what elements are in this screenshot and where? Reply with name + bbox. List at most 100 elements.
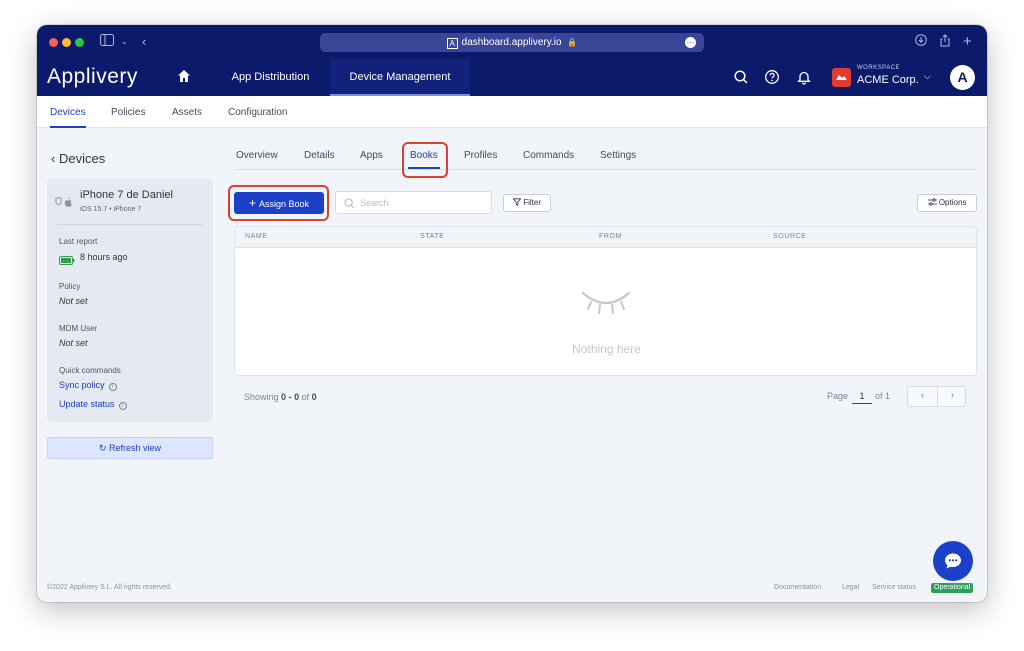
tab-details[interactable]: Details <box>304 144 335 170</box>
tab-profiles[interactable]: Profiles <box>464 144 497 170</box>
divider <box>57 224 203 225</box>
home-icon[interactable] <box>176 68 192 84</box>
tab-commands[interactable]: Commands <box>523 144 574 170</box>
options-label: Options <box>938 198 967 207</box>
search-icon[interactable] <box>733 69 749 85</box>
share-icon[interactable] <box>939 34 951 51</box>
device-os-model: iOS 15.7 • iPhone 7 <box>80 206 142 213</box>
tab-overview[interactable]: Overview <box>236 144 278 170</box>
device-name: iPhone 7 de Daniel <box>80 189 173 201</box>
filter-label: Filter <box>523 198 541 207</box>
filter-button[interactable]: Filter <box>503 194 551 212</box>
books-table: NAME STATE FROM SOURCE Nothing here <box>234 226 977 376</box>
info-icon: i <box>118 402 127 410</box>
more-options-icon[interactable]: … <box>685 37 696 48</box>
policy-label: Policy <box>59 282 81 291</box>
showing-dash: - <box>288 392 292 402</box>
device-tabs: Overview Details Apps Books Profiles Com… <box>234 144 976 170</box>
site-logo-icon: A <box>446 38 458 49</box>
last-report-label: Last report <box>59 237 98 246</box>
back-to-devices-link[interactable]: ‹ Devices <box>51 151 105 166</box>
sidebar-toggle-icon[interactable] <box>100 34 114 50</box>
footer-copyright: ©2022 Applivery S.L. All rights reserved… <box>47 584 172 591</box>
mdm-user-value: Not set <box>59 338 88 348</box>
column-header-state[interactable]: STATE <box>420 233 445 240</box>
refresh-view-button[interactable]: ↻ Refresh view <box>47 437 213 459</box>
column-header-name[interactable]: NAME <box>245 233 268 240</box>
showing-count: Showing 0 - 0 of 0 <box>244 392 317 402</box>
chat-button[interactable] <box>933 541 973 581</box>
bell-icon[interactable] <box>796 69 812 85</box>
nav-device-management[interactable]: Device Management <box>330 59 470 96</box>
brand-logo[interactable]: Applivery <box>47 65 138 89</box>
subnav-devices[interactable]: Devices <box>50 96 86 128</box>
empty-state-text: Nothing here <box>572 342 641 356</box>
page-number-input[interactable]: 1 <box>852 389 872 404</box>
page-label: Page <box>827 391 849 401</box>
close-window-button[interactable] <box>49 38 58 47</box>
zoom-window-button[interactable] <box>75 38 84 47</box>
browser-titlebar: ⌄ ‹ Adashboard.applivery.io 🔒 … + <box>37 25 987 59</box>
chevron-down-icon[interactable]: ⌄ <box>121 34 128 50</box>
page-of-total: of 1 <box>875 391 891 401</box>
chevron-left-icon: ‹ <box>920 390 925 401</box>
search-field[interactable] <box>335 191 492 214</box>
tab-apps[interactable]: Apps <box>360 144 383 170</box>
search-icon <box>344 198 355 209</box>
showing-from: 0 <box>281 392 287 402</box>
subnav-configuration[interactable]: Configuration <box>228 96 287 128</box>
nav-app-distribution[interactable]: App Distribution <box>218 59 323 96</box>
tab-settings[interactable]: Settings <box>600 144 636 170</box>
next-page-button[interactable]: › <box>938 387 967 406</box>
quick-commands-label: Quick commands <box>59 366 121 375</box>
update-status-link[interactable]: Update status i <box>59 399 127 410</box>
sync-policy-label: Sync policy <box>59 380 105 390</box>
column-header-from[interactable]: FROM <box>599 233 622 240</box>
table-header: NAME STATE FROM SOURCE <box>235 227 976 248</box>
back-label: Devices <box>58 151 106 166</box>
last-report-value: 8 hours ago <box>80 252 128 262</box>
subnav-assets[interactable]: Assets <box>172 96 202 128</box>
sync-policy-link[interactable]: Sync policy i <box>59 380 117 391</box>
help-icon[interactable] <box>764 69 780 85</box>
avatar[interactable]: A <box>950 65 975 90</box>
filter-icon <box>512 198 523 207</box>
chevron-right-icon: › <box>950 390 955 401</box>
device-summary-card: iPhone 7 de Daniel iOS 15.7 • iPhone 7 L… <box>47 179 213 422</box>
showing-total: 0 <box>311 392 317 402</box>
footer-documentation-link[interactable]: Documentation <box>774 584 821 591</box>
browser-window: ⌄ ‹ Adashboard.applivery.io 🔒 … + Appliv… <box>37 25 987 602</box>
info-icon: i <box>108 383 117 391</box>
chevron-down-icon[interactable]: ⌵ <box>924 71 931 82</box>
update-status-label: Update status <box>59 399 115 409</box>
workspace-logo-icon[interactable] <box>832 68 851 87</box>
workspace-name[interactable]: ACME Corp. <box>857 74 919 86</box>
footer-legal-link[interactable]: Legal <box>842 584 859 591</box>
apple-icon <box>53 196 75 211</box>
policy-value: Not set <box>59 296 88 306</box>
back-arrow-icon[interactable]: ‹ <box>142 34 146 50</box>
status-badge: Operational <box>931 583 974 593</box>
subnav-policies[interactable]: Policies <box>111 96 145 128</box>
new-tab-icon[interactable]: + <box>963 34 972 50</box>
options-button[interactable]: Options <box>917 194 977 212</box>
workspace-label: WORKSPACE <box>857 65 901 71</box>
url-text: dashboard.applivery.io <box>461 37 562 48</box>
address-bar[interactable]: Adashboard.applivery.io 🔒 … <box>320 33 704 52</box>
mdm-user-label: MDM User <box>59 324 98 333</box>
pager-buttons: ‹ › <box>907 386 966 407</box>
books-tab-highlight <box>402 142 448 178</box>
closed-eye-icon <box>581 291 631 314</box>
footer-service-status-link[interactable]: Service status <box>872 584 916 591</box>
lock-icon: 🔒 <box>567 38 578 47</box>
download-icon[interactable] <box>915 34 927 50</box>
refresh-label: Refresh view <box>109 443 162 453</box>
column-header-source[interactable]: SOURCE <box>773 233 807 240</box>
showing-prefix: Showing <box>244 392 279 402</box>
assign-book-highlight <box>228 185 329 221</box>
prev-page-button[interactable]: ‹ <box>908 387 937 406</box>
search-input[interactable] <box>360 195 485 210</box>
showing-to: 0 <box>294 392 300 402</box>
battery-icon <box>59 252 75 270</box>
minimize-window-button[interactable] <box>62 38 71 47</box>
